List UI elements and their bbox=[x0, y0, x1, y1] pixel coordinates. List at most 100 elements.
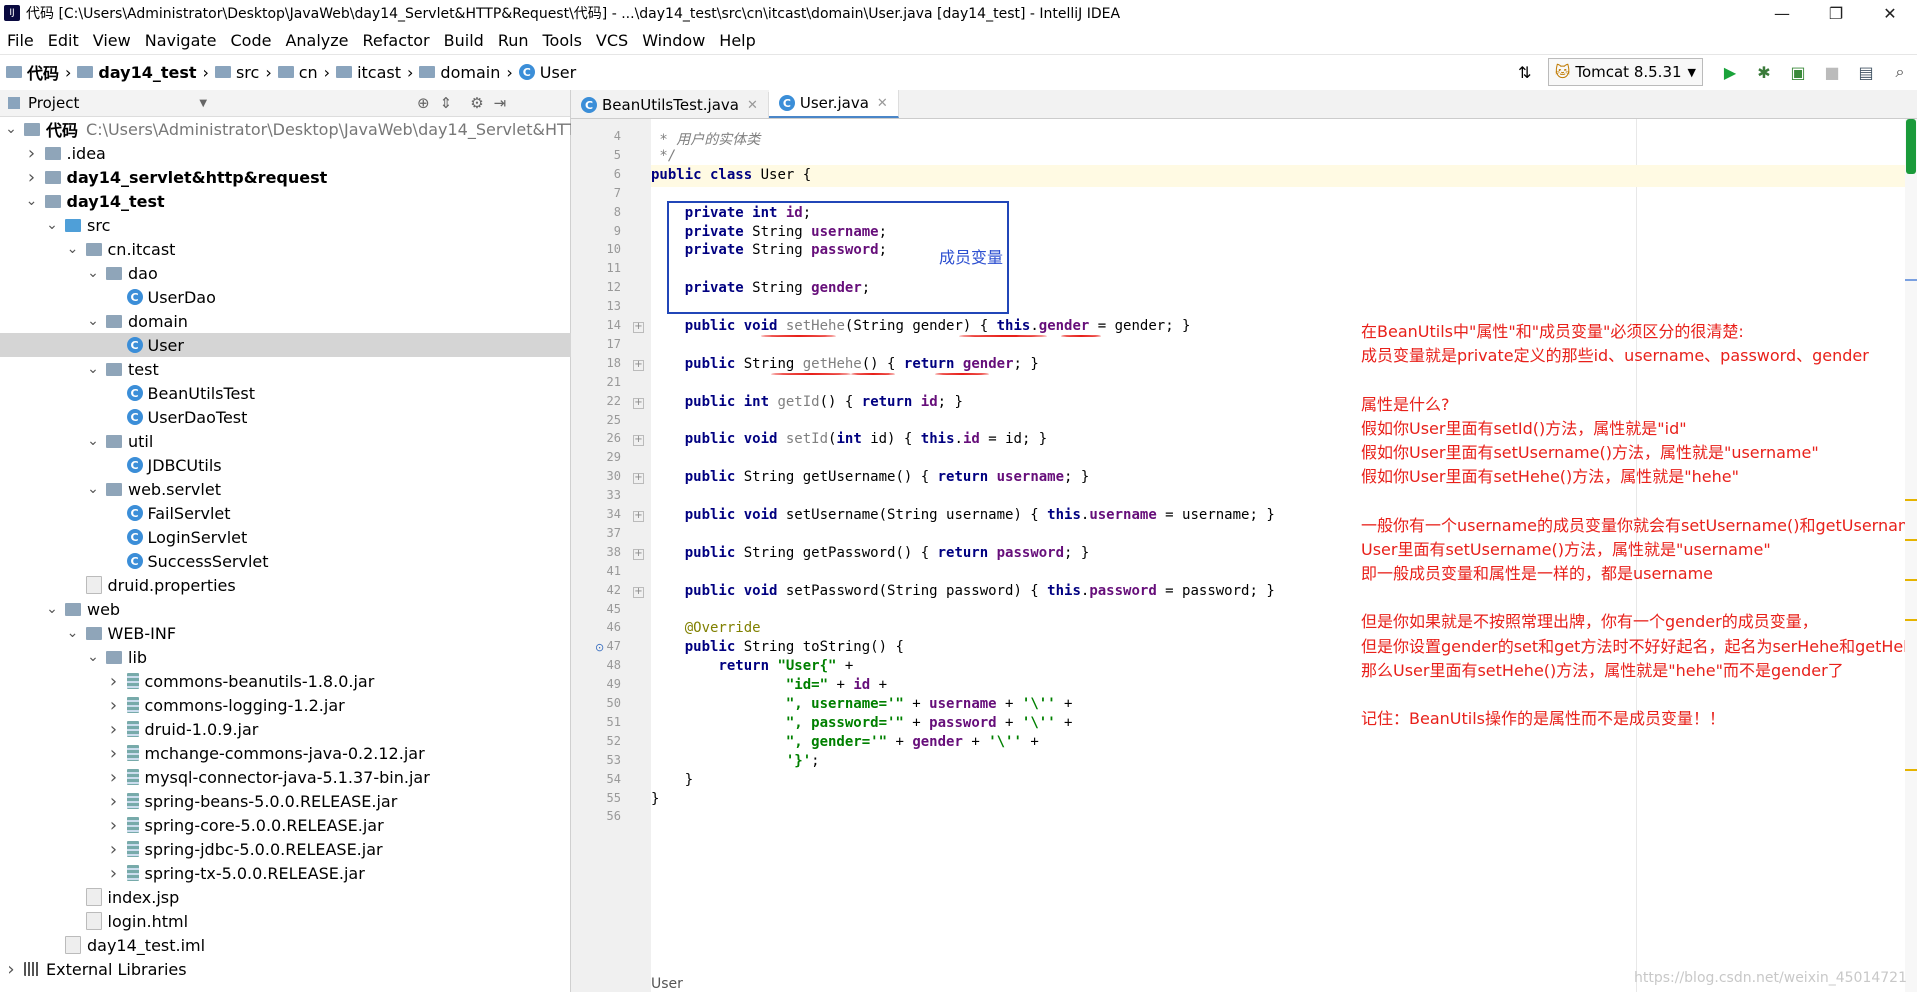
scrollbar-thumb[interactable] bbox=[1906, 119, 1916, 174]
menu-item-help[interactable]: Help bbox=[712, 31, 762, 50]
gear-icon[interactable]: ⚙ bbox=[470, 94, 483, 112]
tree-item-label: WEB-INF bbox=[107, 623, 177, 643]
chevron-down-icon[interactable]: ⌄ bbox=[86, 361, 100, 377]
close-button[interactable]: ✕ bbox=[1863, 4, 1917, 23]
stop-icon[interactable]: ■ bbox=[1821, 61, 1843, 83]
fold-icon[interactable]: + bbox=[633, 473, 644, 485]
chevron-down-icon[interactable]: ⌄ bbox=[4, 121, 18, 137]
chevron-down-icon[interactable]: ⌄ bbox=[86, 649, 100, 665]
hide-icon[interactable]: ⇥ bbox=[494, 94, 507, 112]
tree-item[interactable]: › .idea bbox=[0, 141, 595, 165]
tree-item[interactable]: ⌄ web.servlet bbox=[0, 477, 656, 501]
project-structure-icon[interactable]: ▤ bbox=[1855, 61, 1877, 83]
chevron-right-icon[interactable]: › bbox=[107, 719, 121, 740]
tree-item[interactable]: ⌄ WEB-INF bbox=[0, 621, 636, 645]
chevron-right-icon[interactable]: › bbox=[107, 767, 121, 788]
menu-item-navigate[interactable]: Navigate bbox=[138, 31, 224, 50]
tree-item[interactable]: ⌄ src bbox=[0, 213, 615, 237]
search-icon[interactable]: ⌕ bbox=[1889, 61, 1911, 83]
chevron-down-icon[interactable]: ⌄ bbox=[86, 265, 100, 281]
chevron-right-icon[interactable]: › bbox=[107, 695, 121, 716]
menu-item-refactor[interactable]: Refactor bbox=[356, 31, 437, 50]
chevron-right-icon[interactable]: › bbox=[107, 791, 121, 812]
fold-icon[interactable]: + bbox=[633, 397, 644, 409]
line-number: 46 bbox=[606, 620, 621, 635]
minimize-button[interactable]: — bbox=[1755, 4, 1809, 23]
chevron-right-icon[interactable]: › bbox=[25, 143, 39, 164]
close-icon[interactable]: ✕ bbox=[747, 98, 758, 113]
fold-icon[interactable]: + bbox=[633, 322, 644, 333]
fold-icon[interactable]: + bbox=[633, 435, 644, 447]
menu-item-view[interactable]: View bbox=[86, 31, 138, 50]
tree-item[interactable]: ⌄ 代码 C:\Users\Administrator\Desktop\JavaWe… bbox=[0, 117, 663, 141]
menu-item-window[interactable]: Window bbox=[635, 31, 712, 50]
tree-item[interactable]: index.jsp bbox=[0, 885, 636, 909]
chevron-down-icon[interactable]: ▼ bbox=[199, 98, 207, 109]
chevron-right-icon[interactable]: › bbox=[107, 671, 121, 692]
close-icon[interactable]: ✕ bbox=[877, 96, 888, 111]
coverage-icon[interactable]: ▣ bbox=[1787, 61, 1809, 83]
fold-icon[interactable]: + bbox=[633, 359, 644, 371]
run-icon[interactable]: ▶ bbox=[1719, 61, 1741, 83]
tree-item[interactable]: day14_test.iml bbox=[0, 933, 615, 957]
menu-item-edit[interactable]: Edit bbox=[41, 31, 86, 50]
tree-item[interactable]: druid.properties bbox=[0, 573, 636, 597]
breadcrumb-item[interactable]: 代码 bbox=[6, 60, 59, 84]
chevron-right-icon[interactable]: › bbox=[107, 743, 121, 764]
locate-icon[interactable]: ⊕ bbox=[417, 94, 430, 112]
breadcrumb-item[interactable]: C User bbox=[518, 63, 576, 82]
tree-item[interactable]: › External Libraries bbox=[0, 957, 574, 981]
menu-item-analyze[interactable]: Analyze bbox=[278, 31, 355, 50]
fold-icon[interactable]: + bbox=[633, 586, 644, 598]
editor-area: C BeanUtilsTest.java ✕ C User.java ✕ * 用户的实体类… bbox=[571, 90, 1917, 992]
breadcrumb-item[interactable]: itcast bbox=[336, 63, 401, 82]
tree-item[interactable]: › day14_servlet&http&request bbox=[0, 165, 595, 189]
menu-item-build[interactable]: Build bbox=[437, 31, 491, 50]
breadcrumb-item[interactable]: src bbox=[214, 63, 259, 82]
chevron-right-icon[interactable]: › bbox=[25, 167, 39, 188]
fold-icon[interactable]: + bbox=[633, 511, 644, 522]
breadcrumb-item[interactable]: domain bbox=[419, 63, 500, 82]
menu-item-tools[interactable]: Tools bbox=[536, 31, 589, 50]
chevron-down-icon[interactable]: ⌄ bbox=[66, 241, 80, 257]
fold-icon[interactable]: + bbox=[633, 548, 644, 560]
menu-item-run[interactable]: Run bbox=[491, 31, 536, 50]
tree-item-label: lib bbox=[128, 647, 148, 667]
chevron-down-icon[interactable]: ⌄ bbox=[25, 193, 39, 209]
tree-item[interactable]: ⌄ cn.itcast bbox=[0, 237, 636, 261]
chevron-down-icon[interactable]: ⌄ bbox=[86, 481, 100, 497]
tab-beanutilstest-java[interactable]: C BeanUtilsTest.java ✕ bbox=[571, 92, 769, 118]
chevron-down-icon[interactable]: ⌄ bbox=[66, 625, 80, 641]
sort-icon[interactable]: ⇅ bbox=[1514, 61, 1536, 83]
chevron-down-icon[interactable]: ⌄ bbox=[45, 217, 59, 233]
breadcrumb-item[interactable]: day14_test bbox=[77, 63, 197, 82]
tab-user-java[interactable]: C User.java ✕ bbox=[768, 90, 899, 118]
collapse-all-icon[interactable]: ⇕ bbox=[440, 94, 453, 112]
chevron-right-icon[interactable]: › bbox=[107, 839, 121, 860]
chevron-right-icon[interactable]: › bbox=[107, 863, 121, 884]
tree-item[interactable]: ⌄ web bbox=[0, 597, 615, 621]
tree-item[interactable]: ⌄ lib bbox=[0, 645, 656, 669]
restore-button[interactable]: ❐ bbox=[1809, 4, 1863, 23]
tree-item[interactable]: ⌄ domain bbox=[0, 309, 656, 333]
tree-item[interactable]: ⌄ dao bbox=[0, 261, 656, 285]
chevron-down-icon[interactable]: ⌄ bbox=[45, 601, 59, 617]
breadcrumb-item[interactable]: cn bbox=[277, 63, 318, 82]
menu-item-code[interactable]: Code bbox=[224, 31, 279, 50]
editor-scrollbar[interactable] bbox=[1905, 119, 1917, 992]
chevron-down-icon[interactable]: ⌄ bbox=[86, 433, 100, 449]
code-editor[interactable]: * 用户的实体类 */public class User { private i… bbox=[651, 119, 1917, 992]
menu-item-vcs[interactable]: VCS bbox=[589, 31, 635, 50]
chevron-right-icon[interactable]: › bbox=[107, 815, 121, 836]
tree-item[interactable]: login.html bbox=[0, 909, 636, 933]
override-marker-icon[interactable]: ⊙ bbox=[595, 641, 604, 654]
tree-item[interactable]: ⌄ day14_test bbox=[0, 189, 595, 213]
debug-icon[interactable]: ✱ bbox=[1753, 61, 1775, 83]
tree-item[interactable]: ⌄ util bbox=[0, 429, 656, 453]
chevron-down-icon[interactable]: ⌄ bbox=[86, 313, 100, 329]
menu-item-file[interactable]: File bbox=[0, 31, 41, 50]
project-pane-title[interactable]: Project bbox=[28, 94, 79, 112]
chevron-right-icon[interactable]: › bbox=[4, 959, 18, 980]
tree-item[interactable]: ⌄ test bbox=[0, 357, 656, 381]
run-config-select[interactable]: 🐱 Tomcat 8.5.31 ▼ bbox=[1547, 58, 1703, 86]
